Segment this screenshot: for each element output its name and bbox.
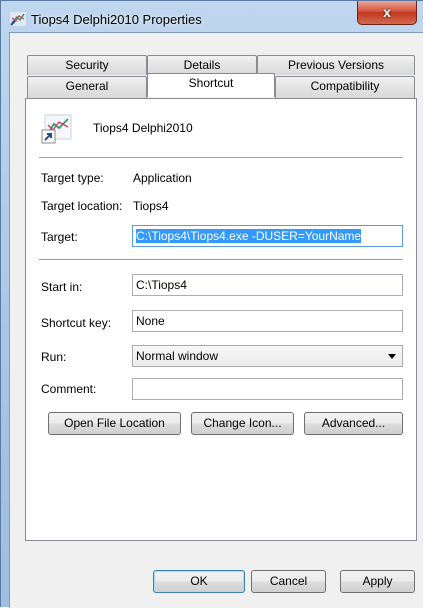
start-in-text: C:\Tiops4 [136, 278, 187, 292]
target-type-label: Target type: [41, 171, 104, 185]
target-location-value: Tiops4 [133, 199, 169, 213]
tab-label: Compatibility [310, 79, 380, 93]
window-title: Tiops4 Delphi2010 Properties [31, 12, 202, 27]
open-file-location-button[interactable]: Open File Location [48, 412, 181, 435]
run-select[interactable]: Normal window [132, 345, 403, 367]
comment-label: Comment: [41, 382, 97, 396]
shortcut-app-icon [41, 114, 72, 144]
tab-compatibility[interactable]: Compatibility [275, 76, 415, 98]
shortcut-key-text: None [136, 314, 165, 328]
tab-label: Details [183, 58, 221, 72]
tab-label: Previous Versions [287, 58, 385, 72]
close-icon: x [383, 4, 391, 20]
separator [39, 259, 403, 260]
title-bar[interactable]: Tiops4 Delphi2010 Properties x [1, 1, 423, 33]
apply-button[interactable]: Apply [340, 570, 415, 593]
start-in-input[interactable]: C:\Tiops4 [132, 274, 403, 296]
tab-security[interactable]: Security [27, 55, 147, 75]
run-label: Run: [41, 350, 67, 364]
shortcut-key-input[interactable]: None [132, 310, 403, 332]
button-label: Change Icon... [203, 416, 282, 430]
button-label: Advanced... [321, 416, 386, 430]
button-label: Open File Location [64, 416, 165, 430]
tab-general[interactable]: General [27, 76, 147, 98]
button-label: Cancel [269, 574, 308, 588]
tab-previous-versions[interactable]: Previous Versions [257, 55, 415, 75]
target-input[interactable]: C:\Tiops4\Tiops4.exe -DUSER=YourName [132, 225, 403, 247]
run-selected-value: Normal window [136, 349, 219, 363]
tab-shortcut[interactable]: Shortcut [147, 73, 275, 97]
target-label: Target: [41, 230, 78, 244]
cancel-button[interactable]: Cancel [251, 570, 326, 593]
comment-input[interactable] [132, 378, 403, 400]
change-icon-button[interactable]: Change Icon... [191, 412, 294, 435]
separator [39, 157, 403, 158]
chevron-down-icon [388, 354, 396, 359]
target-text: C:\Tiops4\Tiops4.exe -DUSER=YourName [136, 229, 362, 243]
advanced-button[interactable]: Advanced... [304, 412, 403, 435]
shortcut-name: Tiops4 Delphi2010 [93, 121, 193, 135]
start-in-label: Start in: [41, 280, 83, 294]
button-label: Apply [362, 574, 393, 588]
tab-label: General [65, 79, 109, 93]
shortcut-key-label: Shortcut key: [41, 316, 112, 330]
dialog-window: Tiops4 Delphi2010 Properties x Security … [0, 0, 423, 608]
app-icon [10, 12, 26, 26]
close-button[interactable]: x [357, 1, 417, 25]
tab-details[interactable]: Details [147, 55, 257, 75]
ok-button[interactable]: OK [153, 570, 245, 593]
tab-label: Security [65, 58, 109, 72]
button-label: OK [190, 574, 208, 588]
tab-label: Shortcut [188, 76, 234, 90]
target-type-value: Application [133, 171, 192, 185]
target-location-label: Target location: [41, 199, 123, 213]
